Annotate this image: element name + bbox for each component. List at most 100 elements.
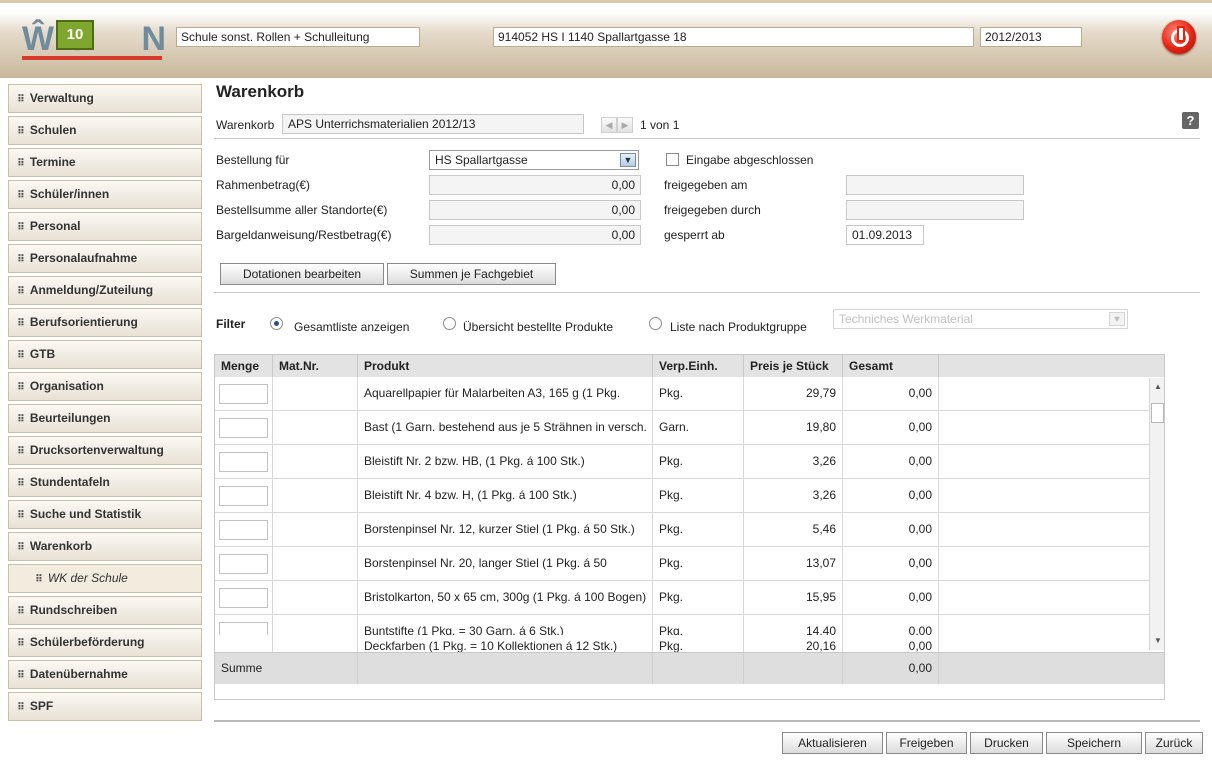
bullet-icon: ⠿	[17, 510, 25, 521]
table-row: Bleistift Nr. 4 bzw. H, (1 Pkg. á 100 St…	[215, 479, 1164, 513]
sidebar-item-organisation[interactable]: ⠿ Organisation	[8, 372, 202, 401]
produkt-cell: Bleistift Nr. 4 bzw. H, (1 Pkg. á 100 St…	[358, 479, 653, 512]
table-row: Aquarellpapier für Malarbeiten A3, 165 g…	[215, 377, 1164, 411]
scroll-down-icon[interactable]: ▼	[1150, 634, 1164, 648]
table-scrollbar[interactable]: ▲ ▼	[1149, 378, 1164, 650]
sidebar-item-schulen[interactable]: ⠿ Schulen	[8, 116, 202, 145]
table-row: Borstenpinsel Nr. 20, langer Stiel (1 Pk…	[215, 547, 1164, 581]
col-produkt[interactable]: Produkt	[358, 355, 653, 377]
bullet-icon: ⠿	[17, 446, 25, 457]
dotationen-button[interactable]: Dotationen bearbeiten	[220, 263, 384, 285]
col-preis[interactable]: Preis je Stück	[744, 355, 843, 377]
col-gesamt[interactable]: Gesamt	[843, 355, 939, 377]
freigegeben-durch-field	[846, 200, 1024, 220]
sidebar-item-label: Beurteilungen	[29, 411, 111, 425]
divider	[214, 720, 1200, 722]
aktualisieren-button[interactable]: Aktualisieren	[782, 732, 883, 754]
warenkorb-label: Warenkorb	[216, 118, 275, 132]
menge-input[interactable]	[219, 554, 268, 574]
radio-produktgruppe[interactable]	[649, 317, 662, 330]
sidebar-item-spf[interactable]: ⠿ SPF	[8, 692, 202, 721]
bullet-icon: ⠿	[17, 222, 25, 233]
gesamt-cell: 0,00	[843, 547, 939, 580]
bullet-icon: ⠿	[17, 254, 25, 265]
einheit-cell: Pkg.	[653, 547, 744, 580]
bullet-icon: ⠿	[17, 286, 25, 297]
sidebar-item-personalaufnahme[interactable]: ⠿ Personalaufnahme	[8, 244, 202, 273]
zurueck-button[interactable]: Zurück	[1145, 732, 1203, 754]
drucken-button[interactable]: Drucken	[970, 732, 1043, 754]
scroll-up-icon[interactable]: ▲	[1150, 380, 1164, 394]
eingabe-abgeschlossen-label: Eingabe abgeschlossen	[686, 153, 814, 167]
gesamt-cell: 0,00	[843, 377, 939, 410]
sidebar-item-anmeldung[interactable]: ⠿ Anmeldung/Zuteilung	[8, 276, 202, 305]
sidebar-item-label: Schülerbeförderung	[29, 635, 145, 649]
summen-fachgebiet-button[interactable]: Summen je Fachgebiet	[387, 263, 556, 285]
menge-input[interactable]	[219, 418, 268, 438]
sidebar-item-warenkorb[interactable]: ⠿ Warenkorb	[8, 532, 202, 561]
sidebar-item-label: Personalaufnahme	[29, 251, 138, 265]
freigeben-button[interactable]: Freigeben	[886, 732, 967, 754]
matnr-cell	[273, 479, 358, 512]
power-icon[interactable]	[1162, 20, 1196, 54]
table-row: Bleistift Nr. 2 bzw. HB, (1 Pkg. á 100 S…	[215, 445, 1164, 479]
preis-cell: 3,26	[744, 445, 843, 478]
menge-cell	[215, 547, 273, 580]
sidebar-item-gtb[interactable]: ⠿ GTB	[8, 340, 202, 369]
bullet-icon: ⠿	[17, 382, 25, 393]
help-icon[interactable]: ?	[1182, 112, 1199, 129]
header-bar: Ŵ S N 10 Schule sonst. Rollen + Schullei…	[0, 0, 1212, 78]
radio-uebersicht[interactable]	[443, 317, 456, 330]
matnr-cell	[273, 377, 358, 410]
sidebar-item-schuelerbefoerderung[interactable]: ⠿ Schülerbeförderung	[8, 628, 202, 657]
sidebar-item-drucksortenverwaltung[interactable]: ⠿ Drucksortenverwaltung	[8, 436, 202, 465]
gesamt-cell: 0,00	[843, 581, 939, 614]
gesamt-cell: 0,00	[843, 445, 939, 478]
bullet-icon: ⠿	[17, 702, 25, 713]
col-matnr[interactable]: Mat.Nr.	[273, 355, 358, 377]
prev-page-icon[interactable]: ◀	[601, 117, 617, 133]
sidebar-item-label: Personal	[29, 219, 81, 233]
bestellung-select-value: HS Spallartgasse	[435, 153, 528, 167]
col-verpeinh[interactable]: Verp.Einh.	[653, 355, 744, 377]
col-menge[interactable]: Menge	[215, 355, 273, 377]
sidebar-item-berufsorientierung[interactable]: ⠿ Berufsorientierung	[8, 308, 202, 337]
bestellung-select[interactable]: HS Spallartgasse ▼	[429, 150, 639, 170]
sidebar-item-termine[interactable]: ⠿ Termine	[8, 148, 202, 177]
radio-gesamtliste[interactable]	[270, 317, 283, 330]
eingabe-abgeschlossen-checkbox[interactable]	[666, 153, 679, 166]
sidebar-item-suche-statistik[interactable]: ⠿ Suche und Statistik	[8, 500, 202, 529]
sidebar-item-label: Suche und Statistik	[29, 507, 142, 521]
sidebar-item-verwaltung[interactable]: ⠿ Verwaltung	[8, 84, 202, 113]
sidebar-item-wk-der-schule[interactable]: ⠿ WK der Schule	[8, 564, 202, 593]
sidebar-item-rundschreiben[interactable]: ⠿ Rundschreiben	[8, 596, 202, 625]
matnr-cell	[273, 513, 358, 546]
chevron-down-icon: ▼	[1109, 312, 1125, 326]
sidebar-item-stundentafeln[interactable]: ⠿ Stundentafeln	[8, 468, 202, 497]
sum-spacer	[653, 653, 744, 684]
menge-input[interactable]	[219, 588, 268, 608]
produktgruppe-select[interactable]: Techniches Werkmaterial ▼	[833, 309, 1128, 329]
sidebar-item-label: Schüler/innen	[29, 187, 110, 201]
preis-cell: 13,07	[744, 547, 843, 580]
menge-input[interactable]	[219, 452, 268, 472]
sidebar-item-beurteilungen[interactable]: ⠿ Beurteilungen	[8, 404, 202, 433]
logo-subtitle-strip	[22, 56, 162, 60]
product-table: Menge Mat.Nr. Produkt Verp.Einh. Preis j…	[214, 354, 1165, 700]
bestellsumme-field: 0,00	[429, 200, 641, 220]
scroll-thumb[interactable]	[1151, 403, 1164, 423]
menge-input[interactable]	[219, 384, 268, 404]
bullet-icon: ⠿	[35, 574, 43, 585]
menge-input[interactable]	[219, 520, 268, 540]
sidebar-item-datenuebernahme[interactable]: ⠿ Datenübernahme	[8, 660, 202, 689]
menge-input[interactable]	[219, 486, 268, 506]
sidebar-item-schueler[interactable]: ⠿ Schüler/innen	[8, 180, 202, 209]
radio-produktgruppe-label: Liste nach Produktgruppe	[670, 320, 807, 334]
table-row: Borstenpinsel Nr. 12, kurzer Stiel (1 Pk…	[215, 513, 1164, 547]
sidebar-item-label: SPF	[29, 699, 54, 713]
sidebar-item-label: Drucksortenverwaltung	[29, 443, 164, 457]
next-page-icon[interactable]: ▶	[617, 117, 633, 133]
sidebar-item-personal[interactable]: ⠿ Personal	[8, 212, 202, 241]
speichern-button[interactable]: Speichern	[1046, 732, 1142, 754]
preis-cell: 5,46	[744, 513, 843, 546]
